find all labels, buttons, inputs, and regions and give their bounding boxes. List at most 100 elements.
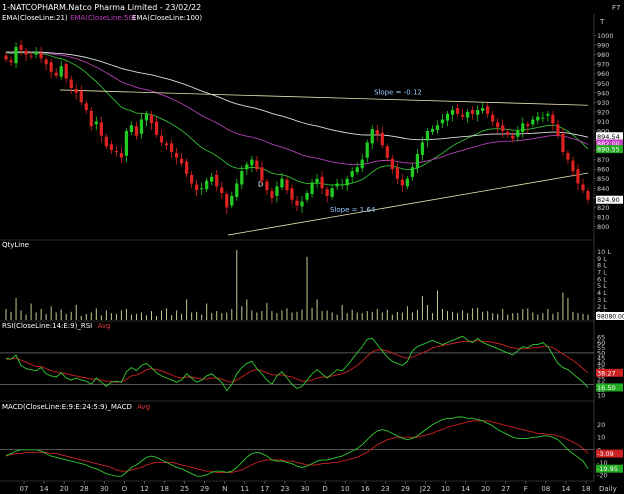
candle-body <box>465 111 470 118</box>
candle-body <box>59 66 63 77</box>
x-tick-label: 10 <box>441 485 450 493</box>
candle-body <box>74 89 78 93</box>
candle-body <box>325 189 329 196</box>
osc-tick-label: 10 <box>597 434 605 442</box>
candle-body <box>200 188 204 190</box>
slope-annotation-resistance: Slope = -0.12 <box>374 89 422 97</box>
candle-body <box>330 188 334 197</box>
candle-body <box>124 131 129 156</box>
rsi-title-avg: Avg <box>97 322 110 330</box>
candle-body <box>531 119 535 125</box>
candle-body <box>405 178 410 187</box>
macd-title-avg: Avg <box>137 403 150 411</box>
candle-body <box>19 45 23 50</box>
candle-body <box>265 181 269 191</box>
candle-body <box>335 183 339 187</box>
x-tick-label: 14 <box>40 485 49 493</box>
candle-body <box>365 142 369 158</box>
ema21-tag: 890.55 <box>597 146 620 154</box>
candle-body <box>506 131 510 135</box>
candle-body <box>355 167 359 173</box>
candle-body <box>235 183 239 197</box>
candle-body <box>69 79 73 89</box>
price-tick-label: 940 <box>597 89 609 97</box>
candle-body <box>455 108 460 114</box>
candle-body <box>320 176 324 189</box>
candle-body <box>154 121 159 135</box>
candle-body <box>255 160 259 170</box>
candle-body <box>280 178 284 188</box>
x-tick-label: 08 <box>541 485 550 493</box>
candle-body <box>541 117 545 119</box>
x-tick-label: D <box>322 485 327 493</box>
x-tick-label: 11 <box>240 485 249 493</box>
candle-body <box>215 174 219 187</box>
candle-body <box>561 133 565 152</box>
legend-ema50: EMA(CloseLine:50) <box>70 14 136 22</box>
candle-body <box>435 125 440 131</box>
candle-body <box>345 178 349 186</box>
x-tick-label: 28 <box>80 485 89 493</box>
macd-panel-title: MACD(CloseLine:E:9:E:24:5:9)_MACD Avg <box>2 403 150 411</box>
x-tick-label: 23 <box>280 485 289 493</box>
x-tick-label: 29 <box>401 485 410 493</box>
candle-body <box>220 187 224 194</box>
candle-body <box>240 171 244 185</box>
price-tick-label: 960 <box>597 70 609 78</box>
candle-body <box>360 159 364 169</box>
candle-body <box>49 62 53 72</box>
candle-body <box>24 50 28 55</box>
x-tick-label: 16 <box>361 485 370 493</box>
osc-last-tag: -3.09 <box>597 450 614 458</box>
candle-body <box>250 159 254 166</box>
price-tick-label: 980 <box>597 51 609 59</box>
price-tick-label: 950 <box>597 80 609 88</box>
x-tick-label: 14 <box>461 485 470 493</box>
stock-chart[interactable]: 1-NATCOPHARM.Natco Pharma Limited - 23/0… <box>0 0 624 494</box>
candle-body <box>581 184 585 191</box>
candle-body <box>415 153 420 169</box>
candle-body <box>195 184 199 191</box>
candle-body <box>174 152 179 158</box>
candle-body <box>44 59 48 65</box>
candle-body <box>164 143 169 146</box>
candle-body <box>104 136 108 147</box>
osc-tick-label: 65 <box>597 334 605 342</box>
x-tick-label: N <box>222 485 227 493</box>
volume-last-tag: 98080.00 <box>597 314 624 321</box>
volume-panel-title: QtyLine <box>2 241 29 249</box>
candle-body <box>425 131 430 141</box>
chart-title: 1-NATCOPHARM.Natco Pharma Limited - 23/0… <box>2 3 201 12</box>
candle-body <box>295 200 299 206</box>
price-tick-label: 800 <box>597 223 609 231</box>
x-tick-label: O <box>122 485 128 493</box>
macd-title-main: MACD(CloseLine:E:9:E:24:5:9)_MACD <box>2 403 132 411</box>
rsi-panel-title: RSI(CloseLine:14:E:9)_RSI Avg <box>2 322 110 330</box>
x-tick-label: 18 <box>582 485 591 493</box>
candle-body <box>159 135 164 143</box>
price-tick-label: 990 <box>597 42 609 50</box>
slope-annotation-support: Slope = 1.64 <box>330 206 376 214</box>
price-tick-label: 910 <box>597 118 609 126</box>
x-tick-label: 12 <box>140 485 149 493</box>
candle-body <box>245 164 249 170</box>
candle-body <box>260 167 264 181</box>
price-tick-label: 970 <box>597 61 609 69</box>
candle-body <box>566 152 570 160</box>
x-tick-label: 10 <box>341 485 350 493</box>
function-key-label: F7 <box>612 4 620 12</box>
x-tick-label: 25 <box>180 485 189 493</box>
candle-body <box>370 129 374 144</box>
candle-body <box>475 110 480 115</box>
candle-body <box>350 171 354 177</box>
price-tick-label: 870 <box>597 156 609 164</box>
legend-ema21: EMA(CloseLine:21) <box>2 14 68 22</box>
price-tick-label: 820 <box>597 204 609 212</box>
x-tick-label: 17 <box>260 485 269 493</box>
price-tick-label: 1000 <box>597 32 614 40</box>
candle-body <box>114 151 119 153</box>
osc-last-tag: 38.27 <box>597 369 616 377</box>
price-tick-label: 920 <box>597 108 609 116</box>
candle-body <box>536 116 540 121</box>
candle-body <box>315 178 319 184</box>
